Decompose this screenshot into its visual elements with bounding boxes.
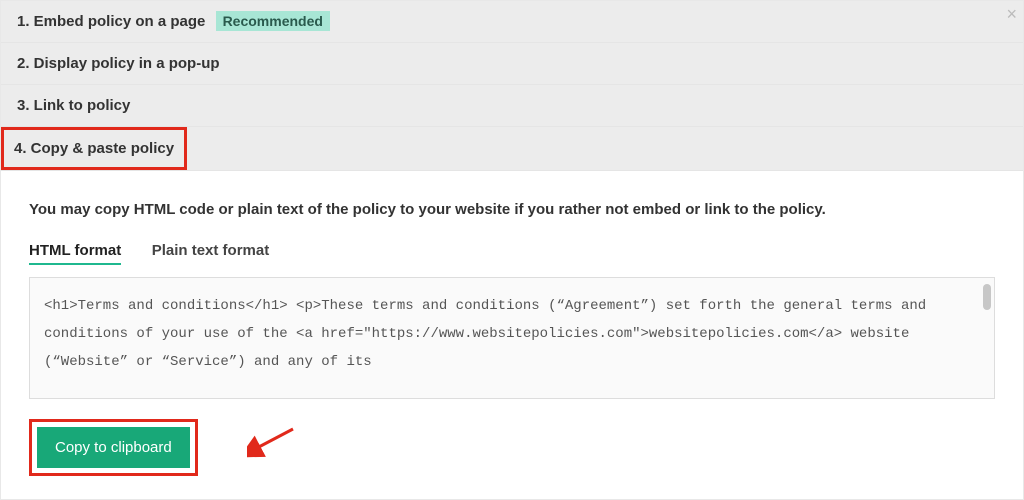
- tab-embed-policy[interactable]: 1. Embed policy on a page Recommended: [1, 1, 1023, 43]
- tab-label: 4. Copy & paste policy: [14, 140, 174, 157]
- tab-display-popup[interactable]: 2. Display policy in a pop-up: [1, 43, 1023, 85]
- recommended-badge: Recommended: [216, 11, 330, 31]
- code-text: <h1>Terms and conditions</h1> <p>These t…: [44, 298, 926, 370]
- scrollbar-thumb[interactable]: [983, 284, 991, 310]
- tab-copy-paste[interactable]: 4. Copy & paste policy: [1, 127, 187, 170]
- tab-label: 1. Embed policy on a page: [17, 13, 205, 30]
- copy-to-clipboard-button[interactable]: Copy to clipboard: [37, 427, 190, 468]
- code-preview[interactable]: <h1>Terms and conditions</h1> <p>These t…: [29, 277, 995, 399]
- format-subtabs: HTML format Plain text format: [29, 242, 995, 265]
- tab-link-policy[interactable]: 3. Link to policy: [1, 85, 1023, 127]
- annotation-arrow-icon: [247, 425, 297, 459]
- content-description: You may copy HTML code or plain text of …: [29, 201, 995, 218]
- tab-label: 2. Display policy in a pop-up: [17, 55, 220, 72]
- close-icon[interactable]: ×: [1006, 5, 1017, 23]
- subtab-html-format[interactable]: HTML format: [29, 242, 121, 265]
- tab-label: 3. Link to policy: [17, 97, 130, 114]
- tab-content: You may copy HTML code or plain text of …: [1, 171, 1023, 500]
- copy-button-highlight: Copy to clipboard: [29, 419, 198, 476]
- subtab-plain-text[interactable]: Plain text format: [152, 242, 270, 263]
